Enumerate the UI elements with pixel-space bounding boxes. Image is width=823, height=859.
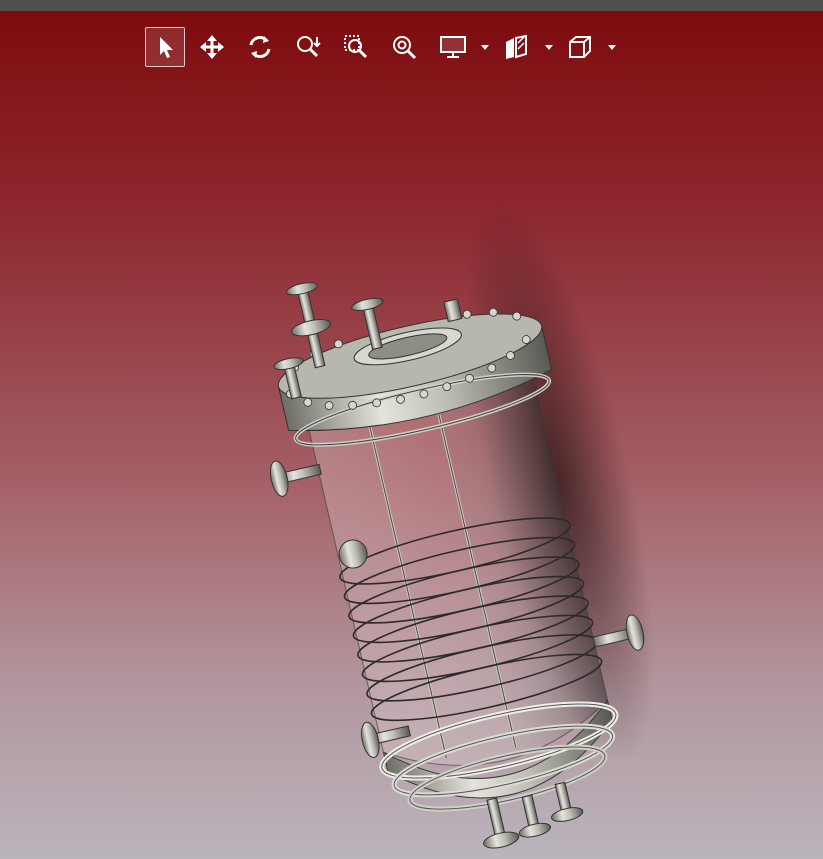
zoom-window-tool-button[interactable] (336, 27, 376, 67)
chevron-down-icon (545, 44, 553, 50)
zoom-fit-icon (393, 36, 417, 60)
display-mode-button[interactable] (433, 27, 473, 67)
3d-viewport[interactable] (0, 11, 823, 859)
zoom-icon (297, 36, 321, 58)
select-tool-button[interactable] (145, 27, 185, 67)
section-view-icon (506, 34, 527, 59)
window-top-strip (0, 0, 823, 11)
display-mode-dropdown[interactable] (479, 27, 491, 67)
reactor-vessel-model[interactable] (0, 11, 823, 859)
chevron-down-icon (481, 44, 489, 50)
move-arrows-icon (200, 35, 224, 59)
zoom-window-icon (344, 35, 368, 59)
standard-view-dropdown[interactable] (606, 27, 618, 67)
select-arrow-icon (160, 37, 173, 58)
cube-view-icon (569, 36, 591, 58)
zoom-fit-tool-button[interactable] (384, 27, 424, 67)
rotate-tool-button[interactable] (240, 27, 280, 67)
section-view-dropdown[interactable] (543, 27, 555, 67)
rotate-icon (249, 36, 271, 58)
section-view-button[interactable] (496, 27, 536, 67)
chevron-down-icon (608, 44, 616, 50)
pan-tool-button[interactable] (192, 27, 232, 67)
standard-view-button[interactable] (560, 27, 600, 67)
zoom-tool-button[interactable] (288, 27, 328, 67)
monitor-icon (440, 36, 466, 58)
